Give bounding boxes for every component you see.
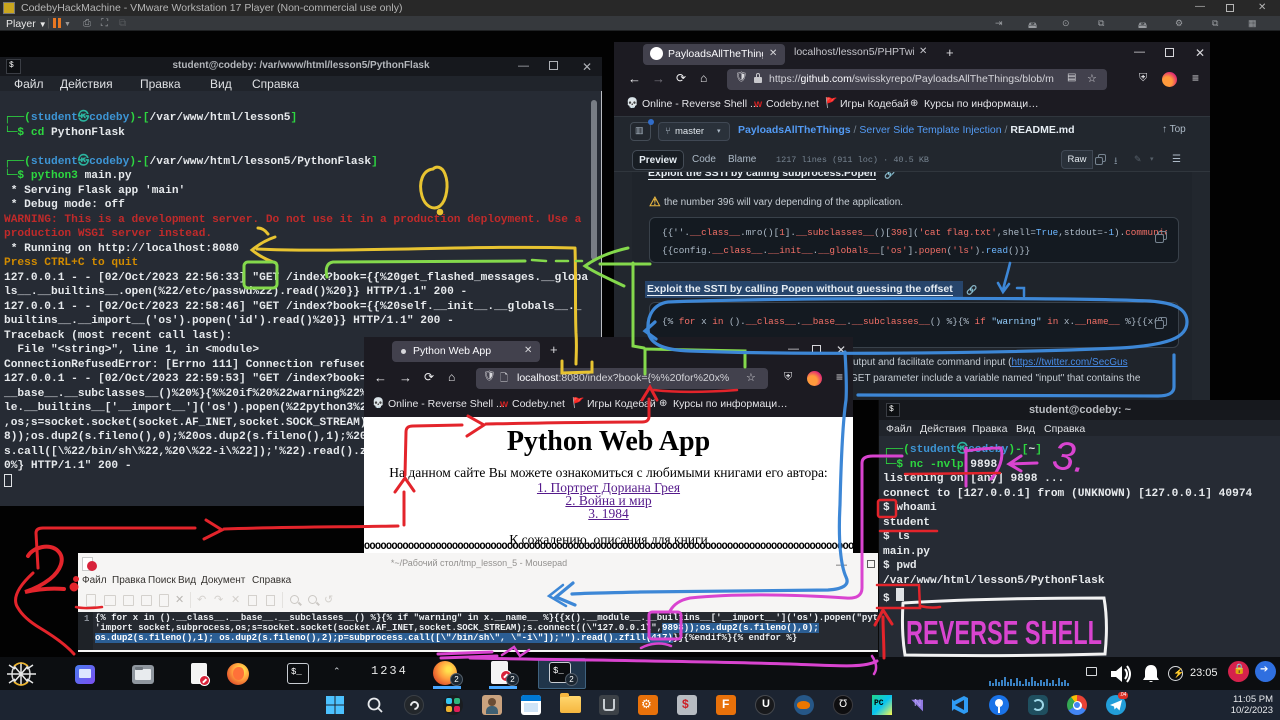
svg-text:REVERSE SHELL: REVERSE SHELL bbox=[906, 614, 1102, 651]
svg-text:3.: 3. bbox=[1050, 433, 1089, 481]
